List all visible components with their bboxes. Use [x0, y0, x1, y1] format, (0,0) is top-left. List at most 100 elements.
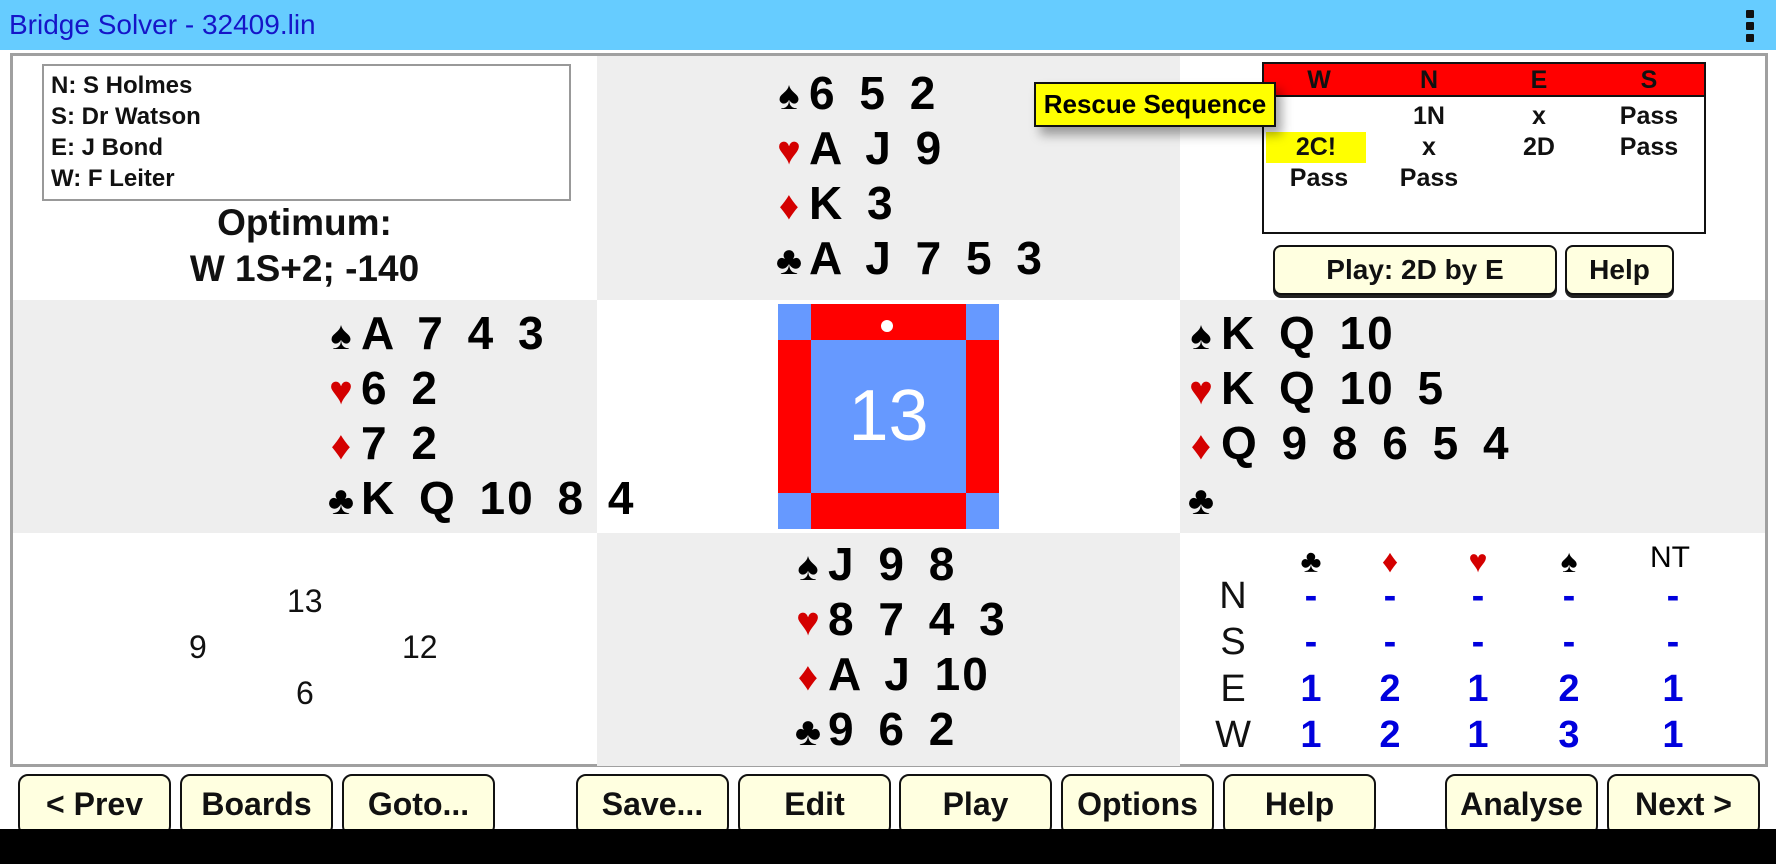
- compass-south-bar: [811, 493, 966, 529]
- compass-corner: [966, 304, 999, 340]
- compass-west-bar: [778, 340, 811, 493]
- dd-trick-value: -: [1666, 575, 1680, 617]
- hcp-west: 9: [189, 629, 207, 665]
- west-diamonds[interactable]: ♦ 7 2: [323, 416, 635, 471]
- west-hand[interactable]: ♠ A 7 4 3 ♥ 6 2 ♦ 7 2 ♣ K Q 10 8 4: [323, 306, 635, 526]
- diamond-icon: ♦: [797, 655, 821, 699]
- dd-seat-label: S: [1220, 621, 1246, 663]
- vulnerability-compass: 13: [778, 304, 999, 529]
- east-hand[interactable]: ♠ K Q 10 ♥ K Q 10 5 ♦ Q 9 8 6 5 4 ♣: [1183, 306, 1511, 526]
- west-hearts[interactable]: ♥ 6 2: [323, 361, 635, 416]
- north-diamonds[interactable]: ♦ K 3: [771, 176, 1044, 231]
- dd-trick-value: -: [1471, 575, 1485, 617]
- hcp-south: 6: [296, 675, 314, 711]
- east-clubs[interactable]: ♣: [1183, 471, 1511, 526]
- spade-icon: ♠: [1190, 314, 1214, 358]
- auction-bid[interactable]: 1N: [1374, 101, 1484, 132]
- app-title: Bridge Solver - 32409.lin: [9, 9, 316, 40]
- east-hearts[interactable]: ♥ K Q 10 5: [1183, 361, 1511, 416]
- dd-trick-value: -: [1562, 621, 1576, 663]
- south-hearts[interactable]: ♥ 8 7 4 3: [790, 592, 1007, 647]
- analyse-button[interactable]: Analyse: [1445, 774, 1598, 836]
- dd-trick-value: -: [1562, 575, 1576, 617]
- spade-icon: ♠: [330, 314, 354, 358]
- player-north: N: S Holmes: [51, 72, 193, 99]
- dd-seat-label: N: [1219, 575, 1247, 617]
- dd-trick-value: 1: [1662, 714, 1684, 756]
- dd-trick-value: 1: [1300, 714, 1322, 756]
- south-clubs[interactable]: ♣ 9 6 2: [790, 702, 1007, 757]
- dd-seat-label: W: [1215, 714, 1251, 756]
- north-spades[interactable]: ♠ 6 5 2: [771, 66, 1044, 121]
- play-contract-button[interactable]: Play: 2D by E: [1273, 245, 1557, 295]
- club-icon: ♣: [1187, 479, 1217, 523]
- player-east: E: J Bond: [51, 134, 163, 161]
- dd-trick-value: 2: [1379, 668, 1401, 710]
- dd-trick-value: 3: [1558, 714, 1580, 756]
- auction-header: W N E S: [1264, 64, 1704, 97]
- spade-icon: ♠: [797, 545, 821, 589]
- auction-bid[interactable]: Pass: [1594, 132, 1704, 163]
- auction-help-button[interactable]: Help: [1565, 245, 1674, 295]
- heart-icon: ♥: [329, 369, 355, 413]
- east-spades[interactable]: ♠ K Q 10: [1183, 306, 1511, 361]
- north-hand[interactable]: ♠ 6 5 2 ♥ A J 9 ♦ K 3 ♣ A J 7 5 3: [771, 66, 1044, 286]
- auction-bid[interactable]: x: [1374, 132, 1484, 163]
- west-spades[interactable]: ♠ A 7 4 3: [323, 306, 635, 361]
- dd-trick-value: -: [1383, 621, 1397, 663]
- compass-corner: [778, 493, 811, 529]
- east-diamonds[interactable]: ♦ Q 9 8 6 5 4: [1183, 416, 1511, 471]
- dd-trick-value: -: [1383, 575, 1397, 617]
- heart-icon: ♥: [1189, 369, 1215, 413]
- compass-east-bar: [966, 340, 999, 493]
- auction-header-east: E: [1530, 66, 1548, 94]
- heart-icon: ♥: [777, 129, 803, 173]
- auction-bid[interactable]: Pass: [1594, 101, 1704, 132]
- bottom-toolbar: < Prev Boards Goto... Save... Edit Play …: [0, 770, 1776, 836]
- save-button[interactable]: Save...: [576, 774, 729, 836]
- compass-corner: [966, 493, 999, 529]
- auction-bid[interactable]: x: [1484, 101, 1594, 132]
- notrump-header: NT: [1650, 541, 1690, 574]
- title-bar: Bridge Solver - 32409.lin: [0, 0, 1776, 50]
- optimum-value: W 1S+2; -140: [189, 248, 420, 289]
- optimum-label: Optimum:: [217, 202, 392, 243]
- boards-button[interactable]: Boards: [180, 774, 333, 836]
- dd-trick-value: -: [1666, 621, 1680, 663]
- next-button[interactable]: Next >: [1607, 774, 1760, 836]
- auction-header-west: W: [1307, 66, 1331, 94]
- help-button[interactable]: Help: [1223, 774, 1376, 836]
- options-button[interactable]: Options: [1061, 774, 1214, 836]
- north-hearts[interactable]: ♥ A J 9: [771, 121, 1044, 176]
- prev-button[interactable]: < Prev: [18, 774, 171, 836]
- auction-bid[interactable]: 2D: [1484, 132, 1594, 163]
- diamond-icon: ♦: [1190, 424, 1214, 468]
- auction-box[interactable]: W N E S 1N x Pass 2C! x 2D Pass Pass Pas…: [1262, 62, 1706, 234]
- club-icon: ♣: [327, 479, 357, 523]
- dd-seat-label: E: [1220, 668, 1246, 710]
- goto-button[interactable]: Goto...: [342, 774, 495, 836]
- rescue-sequence-tooltip: Rescue Sequence: [1034, 82, 1276, 127]
- edit-button[interactable]: Edit: [738, 774, 891, 836]
- north-clubs[interactable]: ♣ A J 7 5 3: [771, 231, 1044, 286]
- play-button[interactable]: Play: [899, 774, 1052, 836]
- west-clubs[interactable]: ♣ K Q 10 8 4: [323, 471, 635, 526]
- compass-corner: [778, 304, 811, 340]
- optimum-result: Optimum: W 1S+2; -140: [12, 200, 597, 292]
- south-hand[interactable]: ♠ J 9 8 ♥ 8 7 4 3 ♦ A J 10 ♣ 9 6 2: [790, 537, 1007, 757]
- player-south: S: Dr Watson: [51, 103, 201, 130]
- auction-bid[interactable]: Pass: [1264, 163, 1374, 194]
- dd-trick-value: 1: [1467, 668, 1489, 710]
- south-spades[interactable]: ♠ J 9 8: [790, 537, 1007, 592]
- dd-trick-value: 1: [1467, 714, 1489, 756]
- overflow-menu-icon[interactable]: [1740, 4, 1760, 46]
- auction-header-north: N: [1419, 66, 1439, 94]
- player-west: W: F Leiter: [51, 165, 175, 192]
- diamond-icon: ♦: [330, 424, 354, 468]
- spade-icon: ♠: [778, 74, 802, 118]
- players-box: N: S Holmes S: Dr Watson E: J Bond W: F …: [42, 64, 571, 201]
- south-diamonds[interactable]: ♦ A J 10: [790, 647, 1007, 702]
- club-icon: ♣: [775, 239, 805, 283]
- auction-bid-highlighted[interactable]: 2C!: [1266, 132, 1366, 163]
- auction-bid[interactable]: Pass: [1374, 163, 1484, 194]
